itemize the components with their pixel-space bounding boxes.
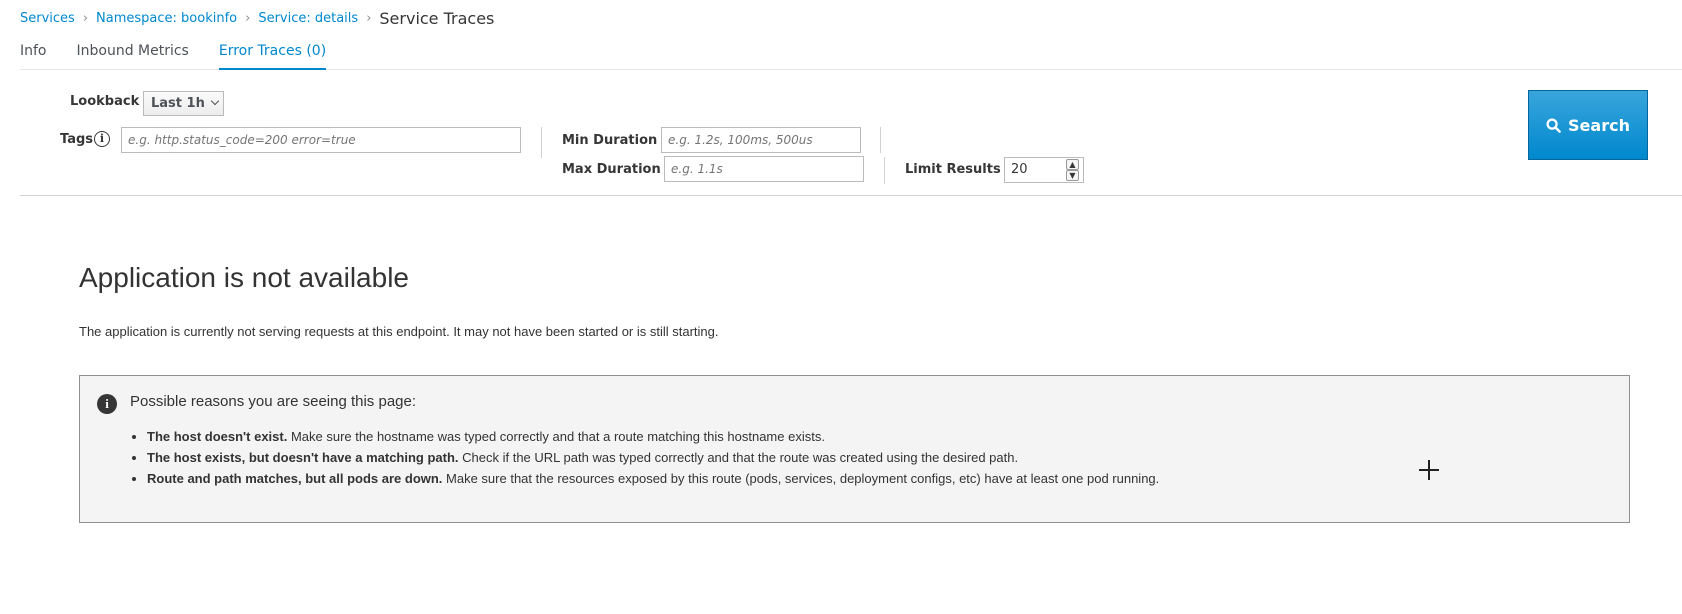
search-button[interactable]: Search	[1528, 90, 1648, 160]
info-icon: i	[97, 394, 117, 414]
toolbar-divider	[20, 195, 1682, 196]
page-title: Service Traces	[379, 9, 495, 28]
breadcrumb-separator: ›	[245, 11, 251, 26]
breadcrumb-service-link[interactable]: Service: details	[258, 11, 358, 26]
list-item: The host exists, but doesn't have a matc…	[147, 450, 1159, 465]
stepper-up-icon[interactable]: ▲	[1066, 159, 1079, 170]
breadcrumb-services-link[interactable]: Services	[20, 11, 75, 26]
reason-text: Make sure the hostname was typed correct…	[287, 429, 825, 444]
tab-inbound-metrics[interactable]: Inbound Metrics	[77, 42, 189, 70]
reason-title: Route and path matches, but all pods are…	[147, 471, 443, 486]
limit-results-value: 20	[1011, 162, 1028, 177]
tags-input[interactable]	[121, 127, 521, 153]
error-description: The application is currently not serving…	[79, 324, 719, 339]
toolbar-divider	[541, 127, 542, 158]
stepper-arrows: ▲ ▼	[1066, 159, 1079, 181]
tab-error-traces[interactable]: Error Traces (0)	[218, 42, 327, 70]
stepper-down-icon[interactable]: ▼	[1066, 170, 1079, 181]
reason-title: The host exists, but doesn't have a matc…	[147, 450, 459, 465]
crosshair-cursor-icon	[1419, 460, 1439, 480]
error-title: Application is not available	[79, 262, 409, 293]
reason-title: The host doesn't exist.	[147, 429, 288, 444]
max-duration-label: Max Duration	[562, 162, 661, 177]
lookback-value: Last 1h	[151, 96, 205, 111]
lookback-dropdown[interactable]: Last 1h	[143, 91, 224, 116]
breadcrumb: Services › Namespace: bookinfo › Service…	[20, 9, 494, 28]
reasons-heading: Possible reasons you are seeing this pag…	[130, 393, 417, 410]
max-duration-input[interactable]	[664, 156, 864, 182]
chevron-down-icon	[210, 96, 220, 106]
search-icon	[1546, 117, 1561, 133]
limit-results-label: Limit Results	[905, 162, 1001, 177]
info-circle-icon[interactable]: i	[94, 131, 110, 147]
tags-label: Tags	[60, 132, 94, 147]
toolbar-divider	[880, 127, 881, 153]
list-item: The host doesn't exist. Make sure the ho…	[147, 429, 1159, 444]
tab-bar: Info Inbound Metrics Error Traces (0)	[20, 42, 1682, 70]
reason-text: Make sure that the resources exposed by …	[442, 471, 1160, 486]
toolbar-divider	[884, 157, 885, 184]
min-duration-input[interactable]	[661, 127, 861, 153]
reasons-panel: i Possible reasons you are seeing this p…	[79, 375, 1630, 523]
lookback-label: Lookback	[70, 94, 140, 109]
breadcrumb-namespace-link[interactable]: Namespace: bookinfo	[96, 11, 237, 26]
breadcrumb-separator: ›	[82, 11, 89, 26]
breadcrumb-separator: ›	[366, 11, 372, 26]
reasons-list: The host doesn't exist. Make sure the ho…	[135, 429, 1159, 492]
list-item: Route and path matches, but all pods are…	[147, 471, 1159, 486]
min-duration-label: Min Duration	[562, 133, 658, 148]
search-button-label: Search	[1568, 115, 1630, 135]
limit-results-stepper[interactable]: 20 ▲ ▼	[1004, 157, 1084, 183]
tab-info[interactable]: Info	[20, 42, 47, 70]
reason-text: Check if the URL path was typed correctl…	[458, 450, 1019, 465]
